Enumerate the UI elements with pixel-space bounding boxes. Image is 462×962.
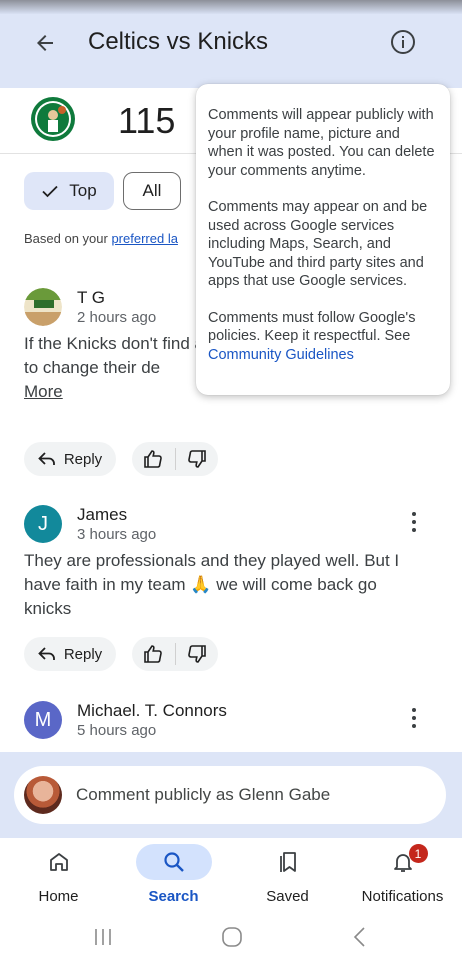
filter-top-label: Top	[69, 181, 97, 200]
more-options-button[interactable]	[404, 703, 424, 733]
bottom-navigation: Home Search Saved 1 Notifications	[0, 838, 462, 914]
search-icon	[163, 852, 184, 872]
community-guidelines-link[interactable]: Community Guidelines	[208, 347, 354, 363]
page-title: Celtics vs Knicks	[88, 28, 269, 55]
tooltip-paragraph-2: Comments may appear on and be used acros…	[208, 199, 428, 289]
recent-apps-button[interactable]	[83, 922, 123, 952]
reply-button[interactable]: Reply	[24, 637, 116, 671]
chevron-left-icon	[353, 927, 365, 947]
comment-item: M Michael. T. Connors 5 hours ago	[24, 701, 434, 752]
home-circle-icon	[222, 927, 242, 947]
comment-author: T G	[77, 288, 106, 307]
language-note: Based on your preferred la	[24, 231, 178, 246]
nav-search-label: Search	[148, 888, 199, 905]
notification-badge: 1	[408, 844, 428, 863]
tooltip-paragraph-3: Comments must follow Google's policies. …	[208, 309, 438, 365]
comment-item: J James 3 hours ago They are professiona…	[24, 505, 434, 675]
like-button[interactable]	[132, 637, 175, 671]
comment-author: James	[77, 505, 128, 524]
nav-notifications-label: Notifications	[361, 888, 444, 905]
thumbs-down-icon	[187, 645, 206, 663]
more-options-button[interactable]	[404, 507, 424, 537]
nav-saved[interactable]: Saved	[230, 838, 345, 914]
reply-button[interactable]: Reply	[24, 442, 116, 476]
more-link[interactable]: More	[24, 382, 63, 401]
reply-icon	[38, 452, 55, 465]
filter-all-label: All	[142, 181, 162, 200]
tooltip-policy-text: Comments must follow Google's policies. …	[208, 309, 416, 345]
thumbs-up-icon	[144, 645, 163, 663]
comments-info-tooltip: Comments will appear publicly with your …	[196, 84, 450, 395]
bookmarks-icon	[279, 852, 296, 872]
vote-buttons	[132, 637, 218, 671]
like-button[interactable]	[132, 442, 175, 476]
reply-label: Reply	[63, 450, 103, 468]
avatar: J	[24, 505, 62, 543]
home-system-button[interactable]	[212, 922, 252, 952]
celtics-logo	[31, 97, 75, 141]
comment-body: They are professionals and they played w…	[24, 551, 400, 618]
back-system-button[interactable]	[340, 922, 380, 952]
team-score: 115	[118, 100, 176, 141]
tooltip-paragraph-1: Comments will appear publicly with your …	[208, 107, 435, 179]
reply-label: Reply	[63, 645, 103, 663]
thumbs-down-icon	[187, 450, 206, 468]
comment-actions: Reply	[24, 637, 224, 671]
nav-home[interactable]: Home	[1, 838, 116, 914]
preferred-language-link[interactable]: preferred la	[111, 231, 177, 246]
system-navigation-bar	[0, 914, 462, 962]
comment-time: 2 hours ago	[77, 309, 157, 326]
vote-buttons	[132, 442, 218, 476]
user-avatar	[24, 776, 62, 814]
info-icon	[391, 30, 415, 54]
comment-actions: Reply	[24, 442, 224, 476]
filter-top-chip[interactable]: Top	[24, 172, 114, 210]
arrow-back-icon	[37, 35, 53, 51]
nav-saved-label: Saved	[266, 888, 309, 905]
home-icon	[49, 853, 68, 871]
info-button[interactable]	[386, 25, 420, 59]
status-bar	[0, 0, 462, 14]
avatar: M	[24, 701, 62, 739]
comment-author: Michael. T. Connors	[77, 701, 227, 720]
recents-icon	[95, 929, 111, 945]
thumbs-up-icon	[144, 450, 163, 468]
comment-time: 3 hours ago	[77, 526, 157, 543]
dislike-button[interactable]	[175, 442, 218, 476]
avatar	[24, 288, 62, 326]
filter-all-chip[interactable]: All	[123, 172, 181, 210]
comment-input[interactable]: Comment publicly as Glenn Gabe	[14, 766, 446, 824]
reply-icon	[38, 647, 55, 660]
check-icon	[42, 185, 58, 198]
nav-home-label: Home	[38, 888, 79, 905]
comment-time: 5 hours ago	[77, 722, 157, 739]
comment-placeholder: Comment publicly as Glenn Gabe	[76, 785, 331, 804]
language-note-text: Based on your	[24, 231, 112, 246]
nav-search[interactable]: Search	[116, 838, 231, 914]
back-button[interactable]	[28, 26, 62, 60]
comment-composer-bar: Comment publicly as Glenn Gabe	[0, 752, 462, 838]
dislike-button[interactable]	[175, 637, 218, 671]
nav-notifications[interactable]: 1 Notifications	[345, 838, 460, 914]
